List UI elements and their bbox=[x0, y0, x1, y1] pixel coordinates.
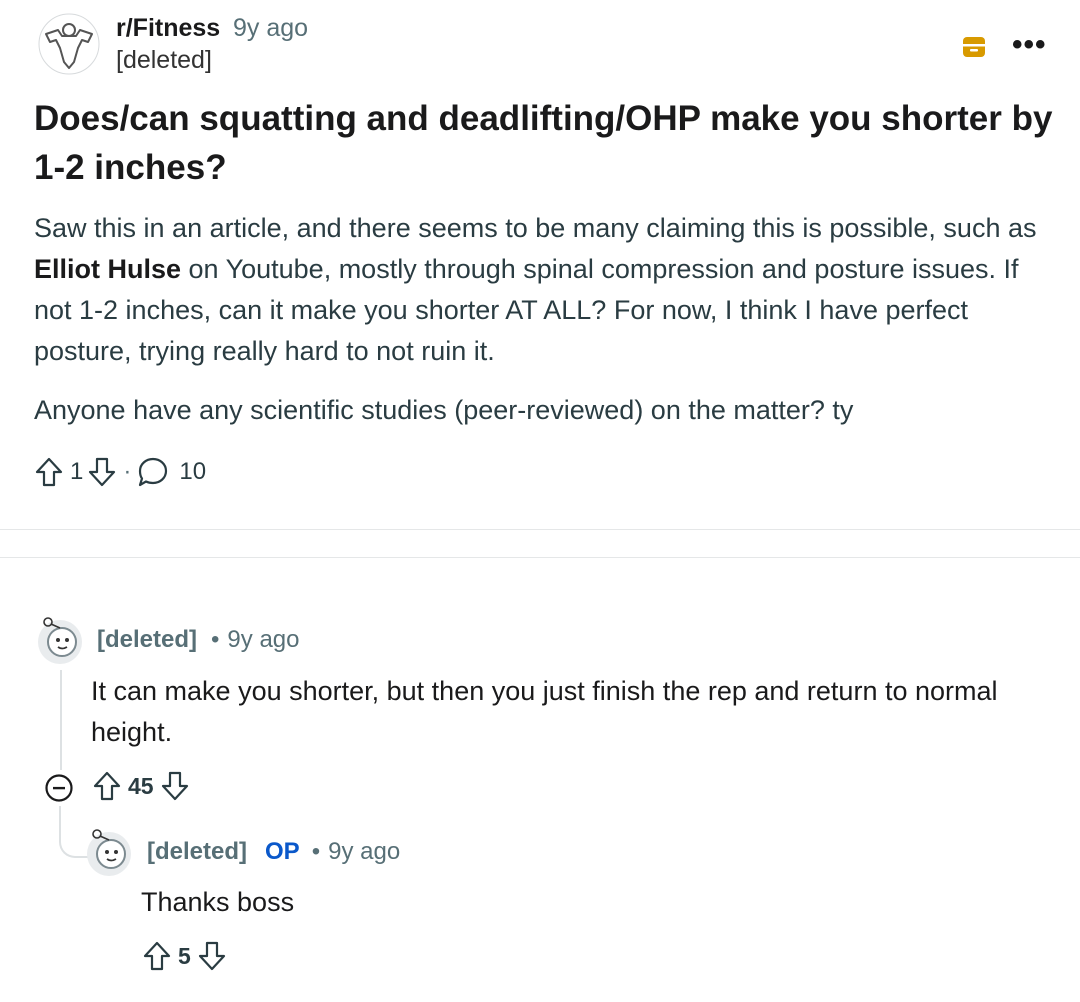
downvote-icon[interactable] bbox=[87, 456, 117, 488]
post-body-text-2: on Youtube, mostly through spinal compre… bbox=[34, 254, 1019, 366]
comment-time: 9y ago bbox=[227, 626, 300, 653]
comment-text: Thanks boss bbox=[141, 887, 295, 917]
comment-avatar[interactable] bbox=[83, 826, 135, 878]
upvote-icon[interactable] bbox=[142, 940, 172, 972]
separator-dot: · bbox=[123, 458, 132, 485]
post-title[interactable]: Does/can squatting and deadlifting/OHP m… bbox=[34, 94, 1054, 192]
post-body: Saw this in an article, and there seems … bbox=[34, 208, 1044, 372]
subreddit-avatar[interactable] bbox=[38, 12, 100, 76]
comment-avatar[interactable] bbox=[34, 614, 86, 666]
divider bbox=[0, 529, 1080, 530]
comment-icon[interactable] bbox=[137, 456, 169, 488]
comment-count[interactable]: 10 bbox=[179, 458, 206, 486]
post-action-bar: 1 · 10 bbox=[34, 455, 210, 489]
comment-author[interactable]: [deleted] bbox=[147, 838, 247, 866]
comment-score: 5 bbox=[178, 942, 191, 969]
post-time: 9y ago bbox=[233, 14, 309, 42]
comment-score: 45 bbox=[128, 772, 154, 799]
op-badge: OP bbox=[265, 838, 300, 865]
comment-text: It can make you shorter, but then you ju… bbox=[91, 676, 998, 747]
comment-author[interactable]: [deleted] bbox=[97, 626, 197, 654]
collapse-thread-icon[interactable] bbox=[44, 773, 74, 803]
post-body-text-1: Saw this in an article, and there seems … bbox=[34, 213, 1037, 243]
archive-icon[interactable] bbox=[961, 34, 987, 60]
upvote-icon[interactable] bbox=[34, 456, 64, 488]
comment-meta: [deleted] OP • 9y ago bbox=[147, 838, 400, 866]
subreddit-name[interactable]: r/Fitness bbox=[116, 14, 220, 43]
comment-time: 9y ago bbox=[328, 838, 401, 865]
comment-action-bar: 45 bbox=[92, 770, 190, 802]
divider bbox=[0, 557, 1080, 558]
downvote-icon[interactable] bbox=[160, 770, 190, 802]
post-body-paragraph-2: Anyone have any scientific studies (peer… bbox=[34, 395, 854, 425]
more-options-icon[interactable]: ••• bbox=[1012, 30, 1047, 60]
comment-meta: [deleted] • 9y ago bbox=[97, 626, 299, 654]
post-body-bold: Elliot Hulse bbox=[34, 254, 182, 284]
post-author[interactable]: [deleted] bbox=[116, 46, 212, 75]
comment-action-bar: 5 bbox=[142, 940, 227, 972]
thread-line[interactable] bbox=[60, 670, 62, 770]
downvote-icon[interactable] bbox=[197, 940, 227, 972]
meta-dot: • bbox=[311, 838, 321, 865]
upvote-icon[interactable] bbox=[92, 770, 122, 802]
post-score: 1 bbox=[70, 458, 84, 485]
meta-dot: • bbox=[211, 626, 220, 653]
